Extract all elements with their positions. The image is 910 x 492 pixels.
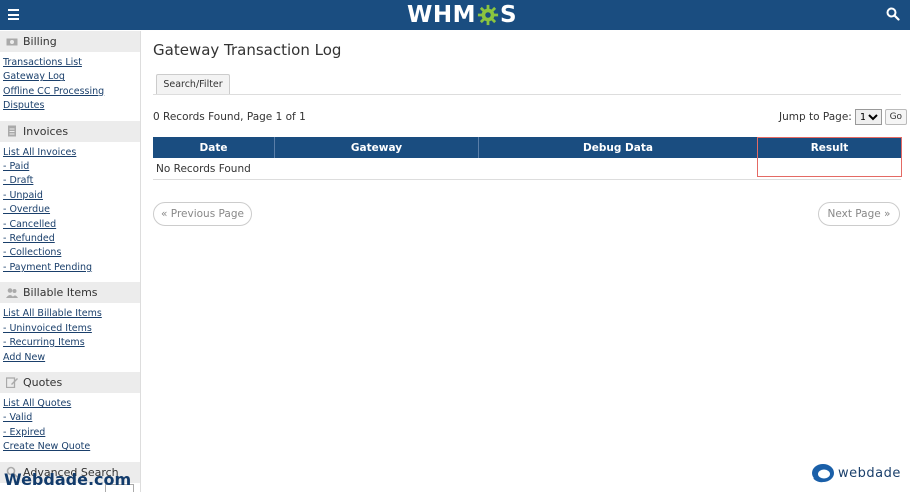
menu-icon[interactable] xyxy=(8,9,19,20)
edit-icon xyxy=(6,377,18,389)
watermark-left: Webdade.com xyxy=(4,470,132,489)
gear-icon xyxy=(477,4,499,26)
sidebar-link-list-all-invoices[interactable]: List All Invoices xyxy=(3,146,140,160)
sidebar-link-draft[interactable]: - Draft xyxy=(3,174,140,188)
sidebar-link-recurring-items[interactable]: - Recurring Items xyxy=(3,336,140,350)
document-icon xyxy=(8,125,16,137)
sidebar-heading-invoices: Invoices xyxy=(0,120,140,142)
sidebar-link-add-new[interactable]: Add New xyxy=(3,351,140,365)
search-icon[interactable] xyxy=(886,7,900,21)
jump-label: Jump to Page: xyxy=(779,111,852,123)
sidebar-link-paid[interactable]: - Paid xyxy=(3,160,140,174)
sidebar-group-invoices: Invoices List All Invoices - Paid - Draf… xyxy=(0,120,140,280)
page-title: Gateway Transaction Log xyxy=(153,41,342,59)
sidebar-link-collections[interactable]: - Collections xyxy=(3,246,140,260)
sidebar-link-list-all-billable-items[interactable]: List All Billable Items xyxy=(3,307,140,321)
sidebar-link-create-new-quote[interactable]: Create New Quote xyxy=(3,440,140,454)
sidebar-link-list-all-quotes[interactable]: List All Quotes xyxy=(3,397,140,411)
watermark-right-text: webdade xyxy=(838,465,901,481)
sidebar-group-billable-items: Billable Items List All Billable Items -… xyxy=(0,282,140,369)
tab-divider xyxy=(153,94,901,95)
tab-search-filter[interactable]: Search/Filter xyxy=(156,74,230,94)
brand-text-left: WHM xyxy=(407,2,477,28)
sidebar-heading-quotes: Quotes xyxy=(0,371,140,393)
sidebar-link-cancelled[interactable]: - Cancelled xyxy=(3,218,140,232)
records-summary: 0 Records Found, Page 1 of 1 xyxy=(153,111,306,123)
sidebar-link-payment-pending[interactable]: - Payment Pending xyxy=(3,261,140,275)
sidebar-link-refunded[interactable]: - Refunded xyxy=(3,232,140,246)
go-button[interactable]: Go xyxy=(884,109,907,125)
column-date[interactable]: Date xyxy=(153,137,275,158)
jump-to-page: Jump to Page: 1 Go xyxy=(779,109,907,125)
sidebar-heading-billable-items: Billable Items xyxy=(0,282,140,304)
sidebar-link-unpaid[interactable]: - Unpaid xyxy=(3,189,140,203)
sidebar-link-overdue[interactable]: - Overdue xyxy=(3,203,140,217)
sidebar-group-quotes: Quotes List All Quotes - Valid - Expired… xyxy=(0,371,140,459)
next-page-button[interactable]: Next Page » xyxy=(818,202,900,226)
sidebar-link-gateway-log[interactable]: Gateway Log xyxy=(3,70,140,84)
sidebar-link-transactions-list[interactable]: Transactions List xyxy=(3,56,140,70)
sidebar-group-billing: Billing Transactions List Gateway Log Of… xyxy=(0,31,140,118)
column-gateway[interactable]: Gateway xyxy=(275,137,479,158)
sidebar-link-valid[interactable]: - Valid xyxy=(3,411,140,425)
watermark-right: webdade xyxy=(810,462,901,484)
webdade-logo-icon xyxy=(812,464,834,483)
sidebar-heading-billing: Billing xyxy=(0,31,140,52)
top-bar: WHM S xyxy=(0,0,910,30)
sidebar-link-uninvoiced-items[interactable]: - Uninvoiced Items xyxy=(3,322,140,336)
sidebar-heading-label: Billable Items xyxy=(23,286,98,300)
page-select[interactable]: 1 xyxy=(854,109,882,125)
sidebar-link-disputes[interactable]: Disputes xyxy=(3,99,140,113)
sidebar: Billing Transactions List Gateway Log Of… xyxy=(0,31,141,492)
sidebar-heading-label: Invoices xyxy=(23,124,69,138)
users-icon xyxy=(6,287,18,298)
sidebar-link-expired[interactable]: - Expired xyxy=(3,426,140,440)
money-icon xyxy=(6,38,18,45)
column-debug-data[interactable]: Debug Data xyxy=(479,137,758,158)
brand-logo: WHM S xyxy=(407,1,517,29)
previous-page-button[interactable]: « Previous Page xyxy=(153,202,252,226)
sidebar-heading-label: Billing xyxy=(23,35,57,48)
brand-text-right: S xyxy=(500,2,518,28)
sidebar-link-offline-cc[interactable]: Offline CC Processing xyxy=(3,85,140,99)
result-column-highlight xyxy=(757,137,902,177)
sidebar-heading-label: Quotes xyxy=(23,375,63,389)
